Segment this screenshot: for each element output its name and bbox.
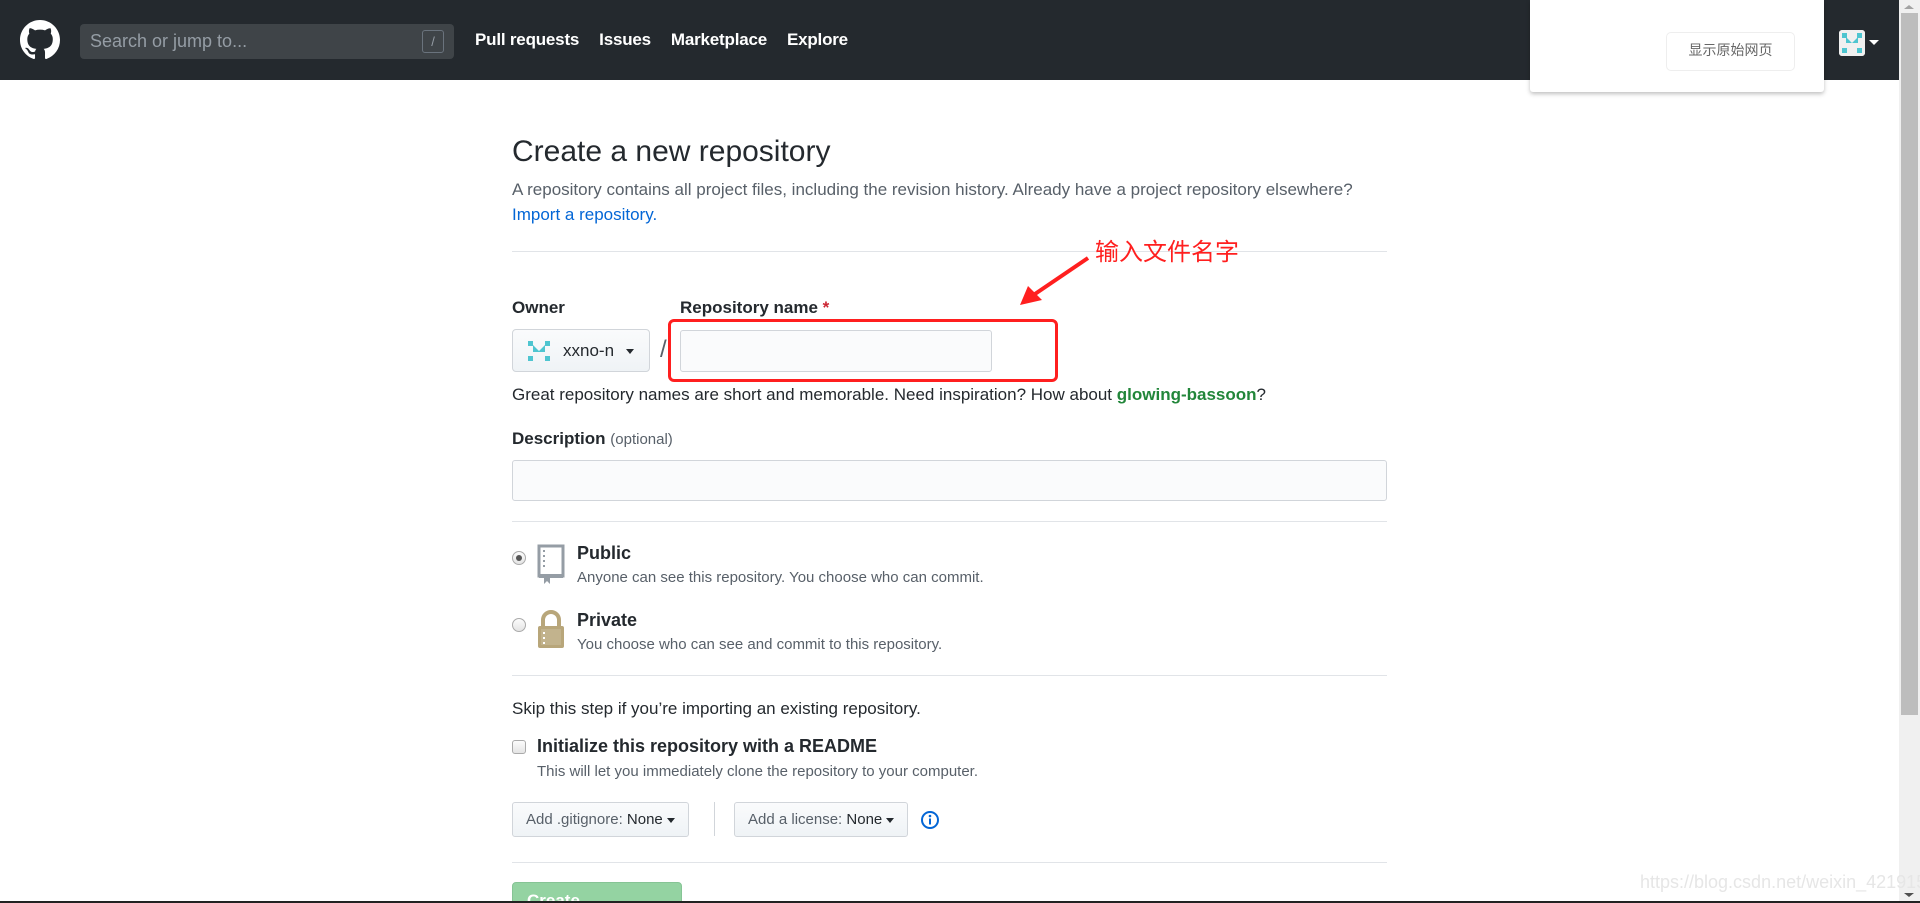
owner-label: Owner [512, 298, 565, 317]
owner-select-button[interactable]: xxno-n [512, 329, 650, 372]
page-subtitle: A repository contains all project files,… [512, 180, 1353, 199]
nav-pull-requests[interactable]: Pull requests [475, 30, 579, 50]
watermark: https://blog.csdn.net/weixin_42191545 [1640, 872, 1920, 892]
visibility-private-label: Private [577, 610, 638, 630]
scroll-down-arrow-icon[interactable] [1904, 893, 1914, 897]
user-avatar-icon[interactable] [1839, 30, 1865, 56]
hint-suffix: ? [1256, 385, 1267, 404]
visibility-private-radio[interactable] [512, 618, 526, 632]
divider [512, 675, 1387, 676]
github-logo-icon[interactable] [20, 20, 60, 60]
vertical-divider [714, 802, 715, 836]
visibility-public-label: Public [577, 543, 632, 563]
page: / Pull requests Issues Marketplace Explo… [0, 0, 1920, 903]
gitignore-label: Add .gitignore: [526, 811, 623, 828]
divider [512, 521, 1387, 522]
skip-note: Skip this step if you’re importing an ex… [512, 699, 921, 718]
search-shortcut-hint: / [422, 30, 444, 53]
nav-issues[interactable]: Issues [599, 30, 651, 50]
page-scrollbar[interactable] [1899, 0, 1920, 903]
search-input[interactable] [80, 24, 454, 59]
info-icon[interactable] [920, 810, 940, 830]
description-label-text: Description [512, 429, 606, 448]
add-license-dropdown[interactable]: Add a license: None [734, 802, 909, 837]
owner-name: xxno-n [563, 341, 615, 360]
annotation-text: 输入文件名字 [1095, 238, 1239, 266]
required-mark: * [822, 298, 830, 317]
init-readme-note: This will let you immediately clone the … [537, 763, 979, 780]
nav-marketplace[interactable]: Marketplace [671, 30, 767, 50]
chevron-down-icon [886, 817, 895, 823]
license-label: Add a license: [748, 811, 843, 828]
repo-name-label: Repository name * [680, 298, 829, 318]
header-nav: Pull requests Issues Marketplace Explore [475, 0, 848, 80]
owner-avatar-icon [528, 341, 550, 361]
chevron-down-icon [626, 349, 634, 354]
visibility-public-radio[interactable] [512, 551, 526, 565]
lock-icon [538, 610, 564, 648]
annotation-highlight-box [668, 319, 1058, 382]
nav-explore[interactable]: Explore [787, 30, 848, 50]
repo-name-label-text: Repository name [680, 298, 818, 317]
gitignore-value: None [626, 811, 663, 828]
translate-popup: 显示原始网页 [1530, 0, 1824, 92]
repo-book-icon [537, 544, 565, 584]
init-readme-checkbox[interactable] [512, 740, 526, 754]
scrollbar-thumb[interactable] [1901, 13, 1918, 715]
name-suggestion-link[interactable]: glowing-bassoon [1117, 385, 1257, 404]
visibility-public-description: Anyone can see this repository. You choo… [577, 569, 984, 586]
search-box[interactable]: / [80, 24, 454, 59]
divider [512, 862, 1387, 863]
create-repository-button[interactable]: Create repository [512, 882, 682, 903]
init-readme-label[interactable]: Initialize this repository with a README [537, 736, 877, 757]
chevron-down-icon [666, 817, 675, 823]
license-value: None [846, 811, 883, 828]
divider [512, 251, 1387, 252]
hint-text: Great repository names are short and mem… [512, 385, 1117, 404]
page-title: Create a new repository [512, 135, 831, 168]
visibility-private-description: You choose who can see and commit to thi… [577, 636, 943, 653]
description-input[interactable] [512, 460, 1387, 501]
import-repository-link[interactable]: Import a repository. [512, 205, 657, 225]
user-menu-caret-icon[interactable] [1869, 40, 1879, 45]
description-label: Description (optional) [512, 429, 673, 449]
optional-note: (optional) [610, 431, 673, 448]
show-original-page-button[interactable]: 显示原始网页 [1666, 32, 1795, 71]
repo-name-hint: Great repository names are short and mem… [512, 385, 1266, 405]
add-gitignore-dropdown[interactable]: Add .gitignore: None [512, 802, 689, 837]
scroll-up-arrow-icon[interactable] [1904, 5, 1914, 9]
owner-repo-separator: / [660, 336, 667, 363]
